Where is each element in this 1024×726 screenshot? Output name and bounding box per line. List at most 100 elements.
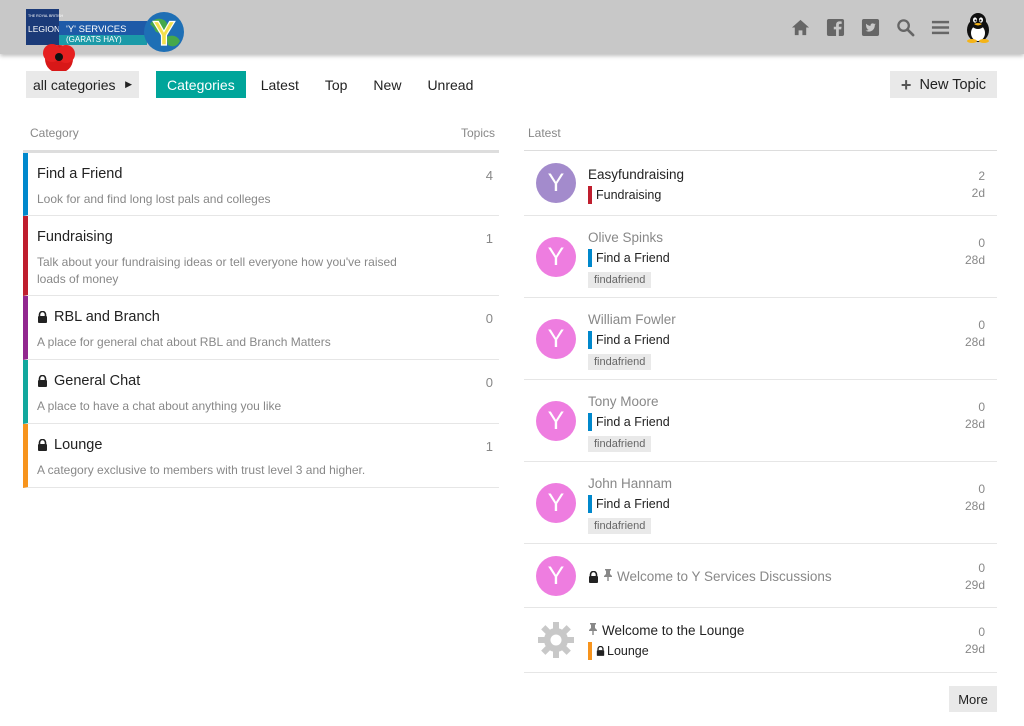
activity-age[interactable]: 2d (972, 186, 985, 200)
category-row[interactable]: Lounge A category exclusive to members wi… (23, 424, 499, 488)
category-color-bar (588, 413, 592, 431)
reply-count[interactable]: 0 (978, 318, 985, 332)
logo-text-garats: (GARATS HAY) (66, 35, 122, 44)
tab-unread[interactable]: Unread (416, 71, 484, 98)
logo-text-legion: LEGION (28, 24, 60, 34)
latest-topics-list: Y Easyfundraising Fundraising 2 2d Y Olive Spi… (524, 150, 997, 673)
gear-icon[interactable] (536, 620, 576, 660)
lock-icon (588, 570, 599, 583)
user-avatar[interactable] (962, 11, 994, 43)
latest-topic-row[interactable]: Y John Hannam Find a Friend findafriend 0 28d (524, 462, 997, 544)
category-topic-count: 0 (485, 375, 493, 390)
topics-column-header: Topics (461, 126, 496, 140)
topic-tag[interactable]: findafriend (588, 436, 652, 452)
tab-categories[interactable]: Categories (156, 71, 246, 98)
latest-topic-row[interactable]: Y Olive Spinks Find a Friend findafriend 0 28… (524, 216, 997, 298)
avatar-letter: Y (547, 561, 565, 590)
pin-icon (603, 569, 613, 584)
avatar[interactable]: Y (536, 237, 576, 277)
topic-title[interactable]: William Fowler (588, 312, 676, 327)
avatar-letter: Y (547, 488, 565, 517)
caret-right-icon: ▶ (125, 79, 132, 89)
topic-category-badge[interactable]: Fundraising (588, 186, 661, 204)
category-row[interactable]: Find a Friend Look for and find long lost… (23, 153, 499, 216)
category-description: Look for and find long lost pals and col… (37, 192, 271, 206)
category-dropdown-label: all categories (33, 76, 116, 93)
topic-category-badge[interactable]: Find a Friend (588, 413, 670, 431)
activity-age[interactable]: 29d (965, 578, 985, 592)
reply-count[interactable]: 2 (978, 169, 985, 183)
topic-category-name: Find a Friend (596, 415, 670, 429)
category-topic-count: 1 (485, 439, 493, 454)
tab-latest[interactable]: Latest (250, 71, 310, 98)
topic-tag[interactable]: findafriend (588, 272, 652, 288)
avatar[interactable]: Y (536, 319, 576, 359)
topic-tag[interactable]: findafriend (588, 518, 652, 534)
category-row[interactable]: RBL and Branch A place for general chat a… (23, 296, 499, 360)
category-row[interactable]: General Chat A place to have a chat about… (23, 360, 499, 424)
lock-icon (37, 311, 48, 323)
activity-age[interactable]: 28d (965, 499, 985, 513)
topic-title[interactable]: Welcome to the Lounge (588, 623, 744, 638)
category-name-text: General Chat (54, 373, 141, 389)
category-name-text: RBL and Branch (54, 309, 160, 325)
tab-top[interactable]: Top (314, 71, 359, 98)
latest-topic-row[interactable]: Welcome to the Lounge Lounge 0 29d (524, 608, 997, 673)
reply-count[interactable]: 0 (978, 625, 985, 639)
topic-title[interactable]: Olive Spinks (588, 230, 663, 245)
topic-tag[interactable]: findafriend (588, 354, 652, 370)
facebook-icon[interactable] (818, 10, 853, 44)
topic-title-text: Welcome to the Lounge (602, 623, 745, 638)
topic-title[interactable]: Easyfundraising (588, 167, 684, 182)
topic-title[interactable]: Tony Moore (588, 394, 659, 409)
tab-new[interactable]: New (362, 71, 412, 98)
topic-title-text: Tony Moore (588, 394, 659, 409)
topic-title[interactable]: Welcome to Y Services Discussions (588, 569, 832, 584)
latest-topic-row[interactable]: Y Tony Moore Find a Friend findafriend 0 28d (524, 380, 997, 462)
reply-count[interactable]: 0 (978, 400, 985, 414)
reply-count[interactable]: 0 (978, 236, 985, 250)
avatar[interactable]: Y (536, 401, 576, 441)
latest-topic-row[interactable]: Y William Fowler Find a Friend findafriend 0… (524, 298, 997, 380)
activity-age[interactable]: 29d (965, 642, 985, 656)
hamburger-menu-icon[interactable] (923, 10, 958, 44)
topic-title-text: William Fowler (588, 312, 676, 327)
home-icon[interactable] (783, 10, 818, 44)
activity-age[interactable]: 28d (965, 253, 985, 267)
category-topic-count: 1 (485, 231, 493, 246)
topic-title[interactable]: John Hannam (588, 476, 672, 491)
activity-age[interactable]: 28d (965, 417, 985, 431)
topic-category-badge[interactable]: Lounge (588, 642, 649, 660)
category-topic-count: 0 (485, 311, 493, 326)
avatar[interactable]: Y (536, 163, 576, 203)
avatar[interactable]: Y (536, 483, 576, 523)
site-logo[interactable]: THE ROYAL BRITISH LEGION 'Y' SERVICES (G… (26, 9, 186, 73)
twitter-icon[interactable] (853, 10, 888, 44)
topic-title-text: Olive Spinks (588, 230, 664, 245)
category-name[interactable]: General Chat (37, 373, 140, 389)
category-topic-count: 4 (485, 168, 493, 183)
category-name[interactable]: RBL and Branch (37, 309, 160, 325)
latest-column-header: Latest (528, 126, 561, 140)
reply-count[interactable]: 0 (978, 482, 985, 496)
category-name[interactable]: Lounge (37, 437, 102, 453)
topic-category-badge[interactable]: Find a Friend (588, 249, 670, 267)
category-color-bar (588, 642, 592, 660)
categories-table: Find a Friend Look for and find long lost… (23, 150, 499, 488)
category-name[interactable]: Fundraising (37, 229, 113, 245)
reply-count[interactable]: 0 (978, 561, 985, 575)
search-icon[interactable] (888, 10, 923, 44)
new-topic-label: New Topic (919, 76, 987, 93)
category-name[interactable]: Find a Friend (37, 166, 122, 182)
latest-topic-row[interactable]: Y Easyfundraising Fundraising 2 2d (524, 151, 997, 216)
avatar[interactable]: Y (536, 556, 576, 596)
topic-category-badge[interactable]: Find a Friend (588, 331, 670, 349)
site-header: THE ROYAL BRITISH LEGION 'Y' SERVICES (G… (0, 0, 1024, 73)
topic-category-badge[interactable]: Find a Friend (588, 495, 670, 513)
new-topic-button[interactable]: + New Topic (890, 71, 997, 98)
activity-age[interactable]: 28d (965, 335, 985, 349)
category-row[interactable]: Fundraising Talk about your fundraising i… (23, 216, 499, 296)
category-dropdown[interactable]: all categories ▶ (26, 71, 139, 98)
latest-topic-row[interactable]: Y Welcome to Y Services Discussions 0 29d (524, 544, 997, 608)
more-button[interactable]: More (949, 686, 997, 712)
